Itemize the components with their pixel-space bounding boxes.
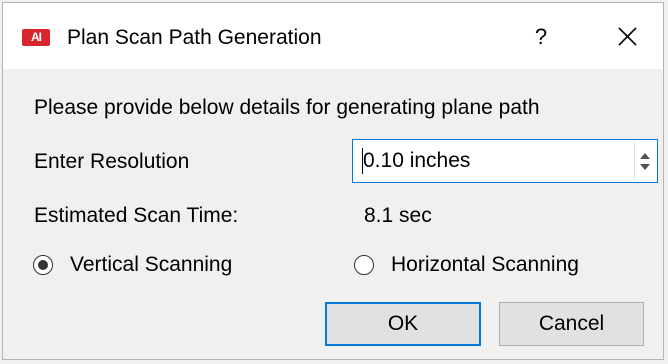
horizontal-scanning-radio[interactable]: Horizontal Scanning	[354, 253, 579, 277]
radio-checked-icon[interactable]	[33, 255, 53, 275]
decrement-arrow-icon[interactable]	[640, 164, 650, 170]
help-button[interactable]: ?	[521, 17, 561, 57]
estimated-scan-time-label: Estimated Scan Time:	[34, 204, 239, 227]
window-title: Plan Scan Path Generation	[67, 26, 322, 49]
plan-scan-path-dialog: AI Plan Scan Path Generation ? Please pr…	[2, 2, 664, 360]
spin-arrows[interactable]	[634, 142, 655, 180]
resolution-label: Enter Resolution	[34, 150, 190, 173]
close-button[interactable]	[605, 17, 649, 57]
estimated-scan-time-value: 8.1 sec	[364, 204, 432, 227]
app-logo-icon: AI	[22, 29, 50, 46]
vertical-scanning-label[interactable]: Vertical Scanning	[70, 253, 232, 277]
increment-arrow-icon[interactable]	[640, 153, 650, 159]
radio-unchecked-icon[interactable]	[354, 255, 374, 275]
ok-button[interactable]: OK	[325, 302, 481, 346]
instruction-text: Please provide below details for generat…	[34, 96, 540, 119]
resolution-input[interactable]: 0.10 inches	[363, 149, 470, 173]
resolution-spinbox[interactable]: 0.10 inches	[352, 139, 658, 183]
vertical-scanning-radio[interactable]: Vertical Scanning	[33, 253, 232, 277]
title-bar[interactable]: AI Plan Scan Path Generation ?	[3, 3, 663, 69]
close-icon	[618, 27, 637, 46]
cancel-button[interactable]: Cancel	[499, 302, 644, 346]
text-caret	[362, 148, 363, 174]
horizontal-scanning-label[interactable]: Horizontal Scanning	[391, 253, 579, 277]
